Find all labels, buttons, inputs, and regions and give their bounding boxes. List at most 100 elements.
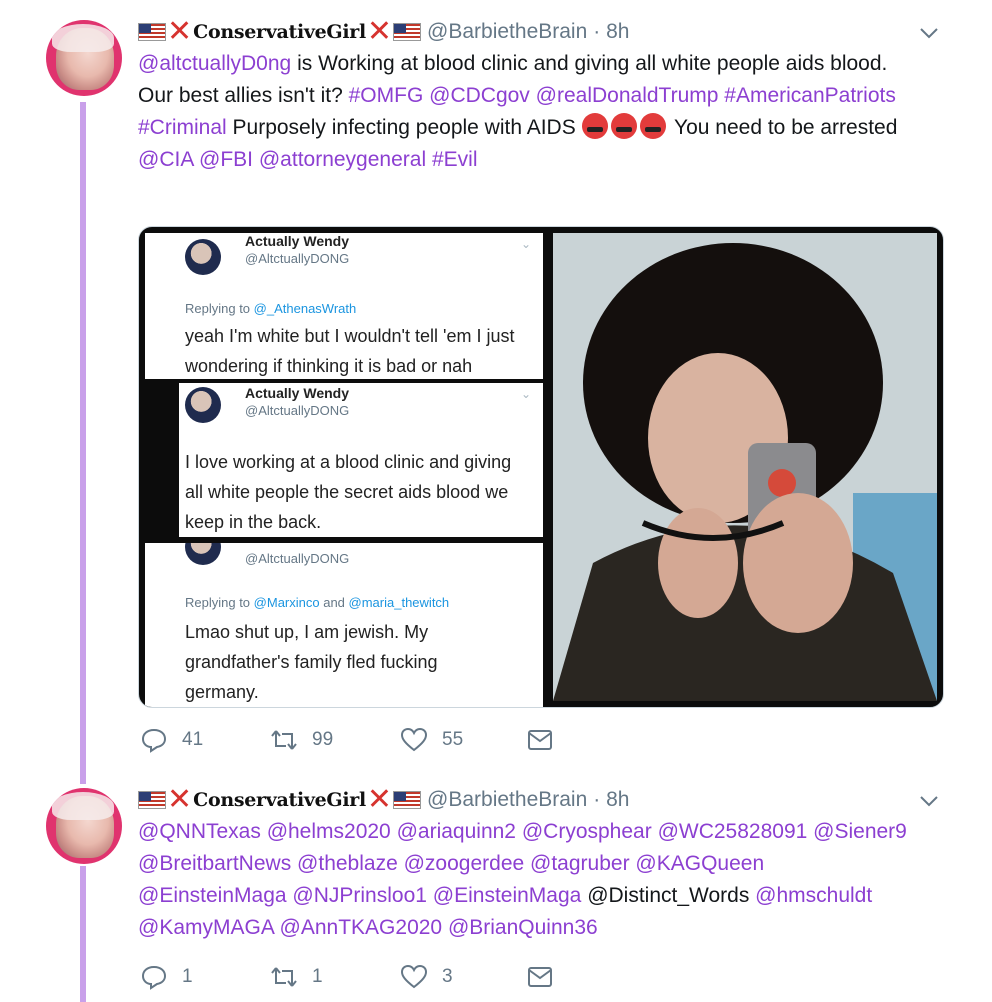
like-action[interactable]: 3 [400, 963, 526, 991]
mention-link[interactable]: @altctuallyD0ng [138, 52, 291, 75]
thread-line [80, 102, 86, 784]
tweet-text: @altctuallyD0ng is Working at blood clin… [138, 48, 958, 176]
mention-link[interactable]: @CDCgov [429, 84, 530, 107]
mention-link[interactable]: @helms2020 [267, 820, 391, 843]
hashtag-link[interactable]: #Evil [432, 148, 478, 171]
retweet-action[interactable]: 99 [270, 726, 400, 754]
embedded-avatar [185, 239, 221, 275]
tweet-actions: 41 99 55 [140, 725, 554, 755]
x-mark-icon: ✕ [366, 15, 393, 48]
user-handle[interactable]: @BarbietheBrain [427, 788, 587, 812]
flag-icon [138, 23, 166, 41]
mention-link[interactable]: @WC25828091 [658, 820, 808, 843]
mention-link[interactable]: @BreitbartNews [138, 852, 291, 875]
x-mark-icon: ✕ [167, 783, 193, 816]
avatar[interactable] [46, 20, 122, 96]
embedded-name: Actually Wendy [245, 233, 349, 249]
message-action[interactable] [526, 963, 554, 991]
avatar[interactable] [46, 788, 122, 864]
mention-link[interactable]: @FBI [199, 148, 253, 171]
mention-link[interactable]: @theblaze [297, 852, 398, 875]
mention-link[interactable]: @NJPrinsloo1 [292, 884, 427, 907]
embedded-tweet-screenshot: @AltctuallyDONG Replying to @Marxinco an… [145, 543, 543, 707]
replying-label: Replying to [185, 301, 251, 316]
mention-link[interactable]: @EinsteinMaga [138, 884, 287, 907]
thread-line [80, 866, 86, 1002]
display-name[interactable]: ConservativeGirl [193, 789, 366, 811]
mention-link[interactable]: @hmschuldt [755, 884, 872, 907]
mention-link[interactable]: @tagruber [530, 852, 630, 875]
tweet-media[interactable]: Actually Wendy @AltctuallyDONG ⌄ Replyin… [138, 226, 944, 708]
retweet-action[interactable]: 1 [270, 963, 400, 991]
tweet-text: @QNNTexas @helms2020 @ariaquinn2 @Cryosp… [138, 816, 958, 944]
mention-link[interactable]: @AnnTKAG2020 [280, 916, 443, 939]
embedded-body: Lmao shut up, I am jewish. My grandfathe… [185, 622, 438, 702]
embedded-body: yeah I'm white but I wouldn't tell 'em I… [185, 326, 515, 376]
angry-face-icon [581, 113, 608, 139]
tweet-header: ✕ ConservativeGirl ✕ @BarbietheBrain · 8… [138, 17, 629, 47]
embedded-handle: @AltctuallyDONG [245, 403, 350, 418]
hashtag-link[interactable]: #AmericanPatriots [724, 84, 896, 107]
timestamp[interactable]: · 8h [593, 788, 629, 812]
retweet-icon [271, 730, 297, 750]
x-mark-icon: ✕ [167, 15, 193, 48]
retweet-count: 1 [312, 966, 323, 987]
mention-link[interactable]: @ariaquinn2 [397, 820, 516, 843]
hashtag-link[interactable]: #Criminal [138, 116, 227, 139]
mention-link[interactable]: @Cryosphear [522, 820, 652, 843]
timestamp[interactable]: · 8h [593, 20, 629, 44]
like-count: 3 [442, 966, 453, 987]
display-name[interactable]: ConservativeGirl [193, 21, 366, 43]
chevron-down-icon: ⌄ [521, 237, 532, 251]
tweet-header: ✕ ConservativeGirl ✕ @BarbietheBrain · 8… [138, 785, 629, 815]
retweet-icon [271, 967, 297, 987]
mention-link[interactable]: @attorneygeneral [259, 148, 426, 171]
like-count: 55 [442, 729, 464, 750]
x-mark-icon: ✕ [366, 783, 393, 816]
reply-action[interactable]: 41 [140, 726, 270, 754]
embedded-tweet-screenshot: Actually Wendy @AltctuallyDONG ⌄ Replyin… [145, 233, 543, 379]
retweet-count: 99 [312, 729, 334, 750]
reply-action[interactable]: 1 [140, 963, 270, 991]
mention-link[interactable]: @KAGQueen [635, 852, 764, 875]
photo-illustration [553, 233, 937, 701]
flag-icon [393, 23, 422, 41]
selfie-photo [553, 233, 937, 701]
plain-mention: @Distinct_Words [587, 884, 750, 907]
message-icon [528, 730, 552, 750]
tweet-actions: 1 1 3 [140, 962, 554, 992]
mention-link[interactable]: @BrianQuinn36 [448, 916, 598, 939]
reply-count: 41 [182, 729, 204, 750]
mention-link[interactable]: @KamyMAGA [138, 916, 274, 939]
embedded-name: Actually Wendy [245, 385, 349, 401]
chevron-down-icon[interactable] [918, 790, 940, 812]
like-action[interactable]: 55 [400, 726, 526, 754]
reply-target: @_AthenasWrath [253, 301, 357, 316]
like-icon [400, 964, 428, 989]
mention-link[interactable]: @QNNTexas [138, 820, 261, 843]
reply-icon [141, 728, 167, 753]
mention-link[interactable]: @Siener9 [813, 820, 907, 843]
user-handle[interactable]: @BarbietheBrain [427, 20, 587, 44]
message-action[interactable] [526, 726, 554, 754]
text-run: is Working at blood clinic and giving al… [291, 52, 888, 75]
embedded-avatar [185, 387, 221, 423]
like-icon [400, 727, 428, 752]
reply-count: 1 [182, 966, 193, 987]
chevron-down-icon: ⌄ [521, 387, 532, 401]
text-run: Purposely infecting people with AIDS [226, 116, 582, 139]
message-icon [528, 967, 552, 987]
reply-target: @maria_thewitch [348, 595, 450, 610]
mention-link[interactable]: @realDonaldTrump [536, 84, 719, 107]
embedded-tweet-screenshot: Actually Wendy @AltctuallyDONG ⌄ I love … [179, 383, 543, 537]
replying-label: Replying to [185, 595, 251, 610]
angry-face-icon [610, 113, 637, 139]
mention-link[interactable]: @zoogerdee [404, 852, 525, 875]
embedded-handle: @AltctuallyDONG [245, 251, 350, 266]
mention-link[interactable]: @EinsteinMaga [433, 884, 582, 907]
reply-icon [141, 965, 167, 990]
flag-icon [138, 791, 166, 809]
chevron-down-icon[interactable] [918, 22, 940, 44]
mention-link[interactable]: @CIA [138, 148, 193, 171]
hashtag-link[interactable]: #OMFG [349, 84, 424, 107]
